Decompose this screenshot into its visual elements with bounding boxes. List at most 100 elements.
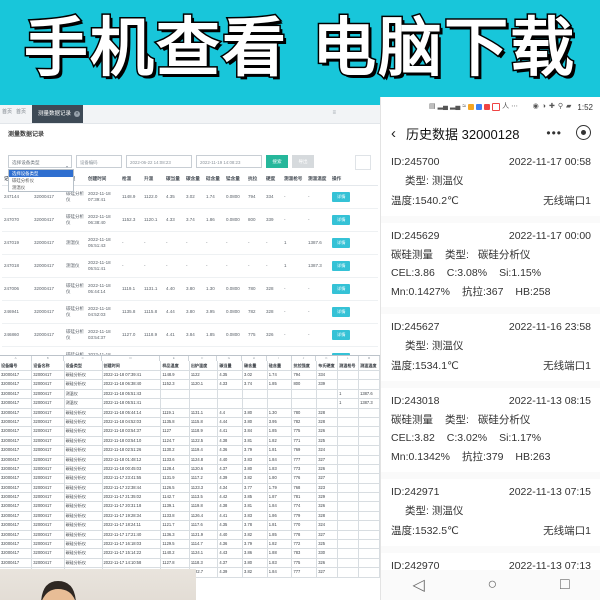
excel-cell[interactable]: 32000417 <box>32 521 65 530</box>
excel-cell[interactable]: 32000417 <box>0 371 33 380</box>
excel-cell[interactable]: 32000417 <box>32 558 65 568</box>
excel-cell[interactable]: 2022-11-18 03:54:37 <box>103 427 162 436</box>
excel-cell[interactable]: 327 <box>317 455 339 464</box>
excel-cell[interactable]: 测温仪 <box>65 389 103 399</box>
nav-recents-icon[interactable]: □ <box>560 576 570 594</box>
excel-cell[interactable]: 4.33 <box>218 380 244 389</box>
excel-cell[interactable]: 碳硅分析仪 <box>65 530 103 540</box>
tab-home[interactable]: 首页 <box>2 108 12 115</box>
excel-cell[interactable]: 碳硅分析仪 <box>65 483 103 493</box>
excel-cell[interactable]: 1129.5 <box>161 540 190 549</box>
history-record-card[interactable]: ID:243018 2022-11-13 08:15 碳硅测量 类型: 碳硅分析仪 CEL… <box>381 388 600 472</box>
device-type-dropdown[interactable]: 选择设备类型 碳硅分析仪 测温仪 <box>8 169 74 192</box>
excel-cell[interactable]: 32000417 <box>32 417 65 427</box>
excel-cell[interactable]: 4.41 <box>218 427 244 436</box>
excel-cell[interactable]: 777 <box>292 568 318 577</box>
excel-cell[interactable]: 32000417 <box>32 380 65 389</box>
excel-cell[interactable] <box>317 399 339 408</box>
history-record-card[interactable]: ID:245700 2022-11-17 00:58 类型: 测温仪 温度:1540.… <box>381 149 600 216</box>
excel-cell[interactable]: 1.85 <box>268 427 293 436</box>
excel-cell[interactable]: 1123.3 <box>190 483 219 493</box>
excel-cell[interactable]: 3.83 <box>243 455 268 464</box>
excel-cell[interactable]: 32000417 <box>0 493 33 502</box>
excel-cell[interactable]: 4.37 <box>218 464 244 474</box>
excel-cell[interactable] <box>338 483 360 493</box>
excel-cell[interactable]: 碳硅分析仪 <box>65 493 103 502</box>
excel-cell[interactable]: 32000417 <box>0 474 33 483</box>
excel-cell[interactable]: 碳硅分析仪 <box>65 446 103 455</box>
excel-cell[interactable] <box>359 446 380 455</box>
excel-cell[interactable]: 1120.6 <box>190 464 219 474</box>
excel-cell[interactable]: 2022-11-17 16:18:03 <box>103 540 162 549</box>
excel-cell[interactable]: 2022-11-17 21:35:02 <box>103 493 162 502</box>
detail-button[interactable]: 详情 <box>332 192 351 202</box>
excel-cell[interactable]: 32000417 <box>0 417 33 427</box>
excel-cell[interactable]: 1142.7 <box>161 493 190 502</box>
excel-cell[interactable]: 3.82 <box>243 530 268 540</box>
excel-cell[interactable]: 碳硅分析仪 <box>65 464 103 474</box>
excel-cell[interactable]: 32000417 <box>0 464 33 474</box>
excel-cell[interactable]: 4.35 <box>218 371 244 380</box>
nav-back-icon[interactable]: ◁ <box>412 575 424 595</box>
excel-cell[interactable]: 779 <box>292 511 318 521</box>
excel-cell[interactable]: 32000417 <box>0 502 33 511</box>
excel-cell[interactable] <box>359 455 380 464</box>
excel-cell[interactable]: 碳硅分析仪 <box>65 549 103 558</box>
excel-cell[interactable]: 328 <box>317 408 339 417</box>
history-record-card[interactable]: ID:245627 2022-11-16 23:58 类型: 测温仪 温度:1534.… <box>381 314 600 381</box>
excel-cell[interactable]: 32000417 <box>32 464 65 474</box>
excel-cell[interactable]: 4.39 <box>218 568 244 577</box>
excel-cell[interactable] <box>338 568 360 577</box>
excel-cell[interactable]: 4.42 <box>218 493 244 502</box>
excel-cell[interactable]: 碳硅分析仪 <box>65 511 103 521</box>
excel-cell[interactable]: 326 <box>317 558 339 568</box>
excel-cell[interactable]: 32000417 <box>32 474 65 483</box>
search-button[interactable]: 搜索 <box>266 155 288 168</box>
excel-cell[interactable]: 1122.5 <box>190 436 219 446</box>
excel-cell[interactable]: 1.87 <box>268 493 293 502</box>
excel-cell[interactable]: 32000417 <box>0 380 33 389</box>
excel-cell[interactable]: 1.74 <box>268 371 293 380</box>
excel-cell[interactable]: 1119.4 <box>190 446 219 455</box>
excel-cell[interactable]: 1.85 <box>268 380 293 389</box>
back-icon[interactable]: ‹ <box>391 126 396 141</box>
excel-cell[interactable]: 776 <box>292 474 318 483</box>
excel-cell[interactable]: 3.80 <box>243 417 268 427</box>
excel-cell[interactable]: 1148.9 <box>161 371 190 380</box>
excel-cell[interactable]: 1387.6 <box>359 389 380 399</box>
excel-cell[interactable]: 3.79 <box>243 446 268 455</box>
excel-cell[interactable]: 2022-11-18 07:39:41 <box>103 371 162 380</box>
excel-cell[interactable]: 3.80 <box>243 464 268 474</box>
excel-cell[interactable] <box>218 389 244 399</box>
excel-cell[interactable]: 碳硅分析仪 <box>65 427 103 436</box>
excel-cell[interactable]: 800 <box>292 380 318 389</box>
excel-cell[interactable] <box>161 399 190 408</box>
excel-cell[interactable]: 32000417 <box>0 436 33 446</box>
excel-cell[interactable] <box>268 399 293 408</box>
excel-cell[interactable]: 3.80 <box>243 408 268 417</box>
excel-cell[interactable]: 2022-11-18 03:54:10 <box>103 436 162 446</box>
excel-cell[interactable]: 330 <box>317 549 339 558</box>
excel-cell[interactable]: 324 <box>317 521 339 530</box>
excel-cell[interactable]: 4.41 <box>218 511 244 521</box>
excel-cell[interactable]: 1117.6 <box>190 521 219 530</box>
date-from-input[interactable]: 2022-06-22 14:08:23 <box>126 155 192 168</box>
more-options-icon[interactable]: ••• <box>546 126 562 140</box>
excel-cell[interactable] <box>338 446 360 455</box>
excel-cell[interactable]: 3.86 <box>243 549 268 558</box>
excel-cell[interactable]: 773 <box>292 464 318 474</box>
excel-cell[interactable]: 4.40 <box>218 455 244 464</box>
excel-cell[interactable]: 2022-11-18 02:51:26 <box>103 446 162 455</box>
excel-cell[interactable]: 1.82 <box>268 436 293 446</box>
excel-cell[interactable] <box>243 399 268 408</box>
excel-cell[interactable]: 3.83 <box>243 511 268 521</box>
tab-measurement-records[interactable]: 测量数据记录 × <box>32 105 84 123</box>
history-record-card[interactable]: ID:245629 2022-11-17 00:00 碳硅测量 类型: 碳硅分析仪 CEL… <box>381 223 600 307</box>
dropdown-option-0[interactable]: 选择设备类型 <box>9 170 73 177</box>
excel-cell[interactable]: 32000417 <box>0 389 33 399</box>
excel-cell[interactable]: 3.02 <box>243 371 268 380</box>
excel-cell[interactable]: 777 <box>292 455 318 464</box>
target-icon[interactable] <box>576 125 591 140</box>
excel-cell[interactable]: 碳硅分析仪 <box>65 474 103 483</box>
excel-cell[interactable]: 32000417 <box>32 455 65 464</box>
